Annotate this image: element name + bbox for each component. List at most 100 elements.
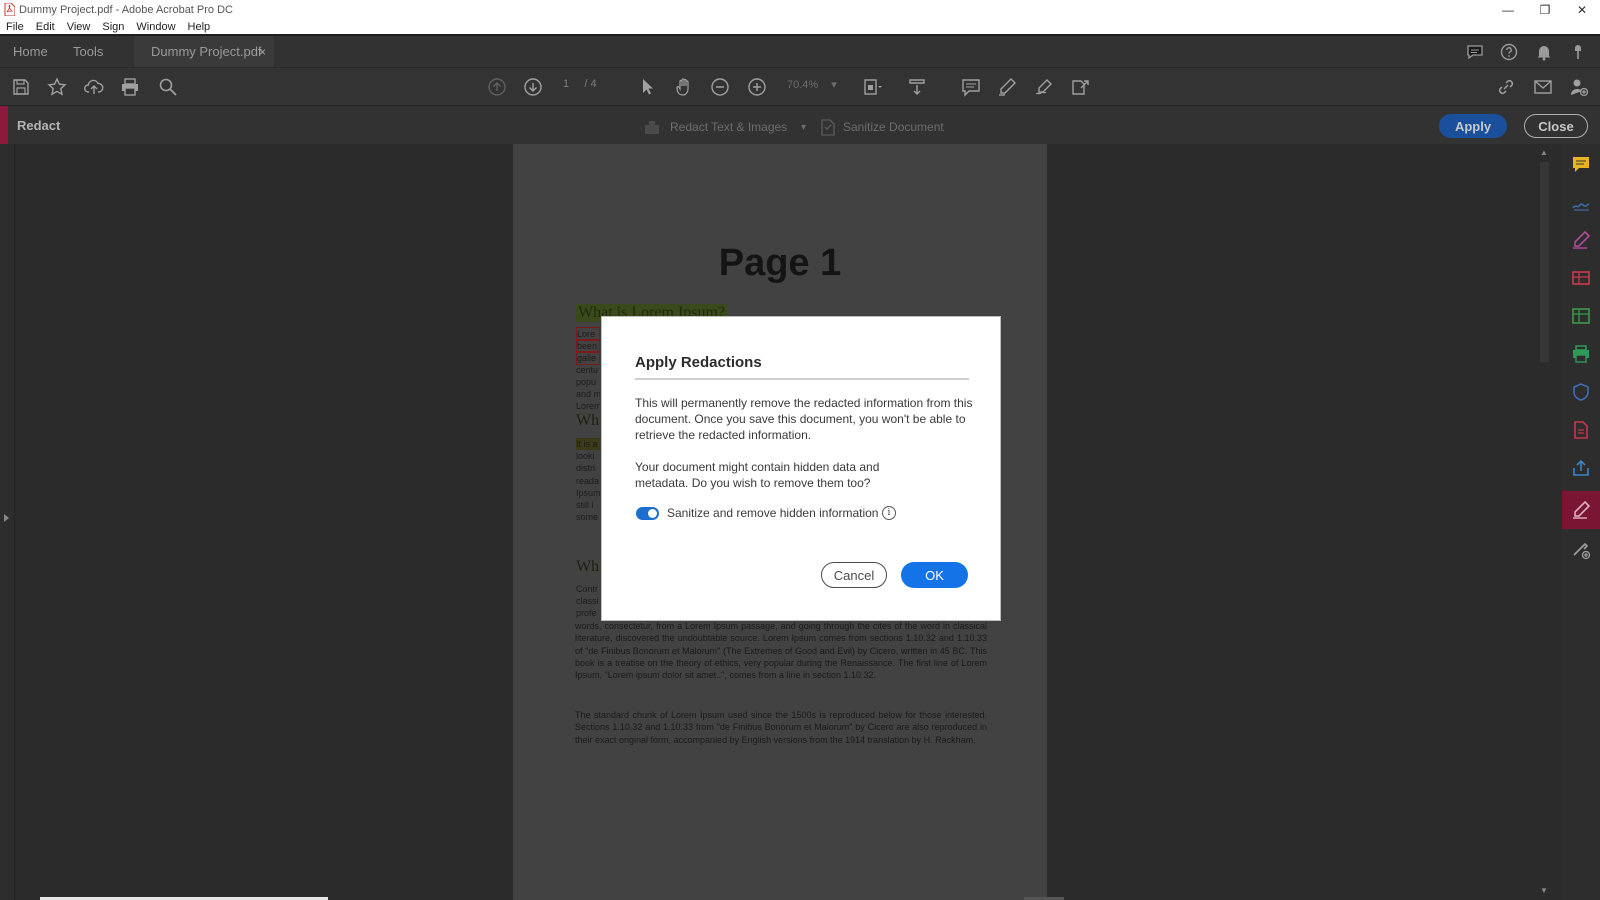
text-fragment: profe xyxy=(576,608,597,618)
save-icon[interactable] xyxy=(10,76,32,98)
sanitize-icon xyxy=(821,119,835,136)
redact-text-images-button[interactable]: Redact Text & Images ▾ xyxy=(643,118,806,136)
tab-tools[interactable]: Tools xyxy=(73,36,103,67)
left-panel-toggle[interactable] xyxy=(0,144,15,900)
text-fragment: classi xyxy=(576,596,599,606)
add-user-icon[interactable] xyxy=(1568,76,1590,98)
page-heading: Page 1 xyxy=(718,242,842,284)
body-paragraph-1: words, consectetur, from a Lorem Ipsum p… xyxy=(575,621,987,681)
page-current[interactable]: 1 xyxy=(563,78,569,90)
text-fragment: It is a xyxy=(576,438,600,451)
dialog-question-text: Your document might contain hidden data … xyxy=(635,460,880,490)
comments-icon[interactable] xyxy=(1465,42,1485,62)
redact-tool-label: Redact xyxy=(17,118,61,133)
redact-accent-bar xyxy=(0,106,8,145)
create-pdf-tool-icon[interactable] xyxy=(1571,420,1591,440)
next-page-icon[interactable] xyxy=(522,76,544,98)
tab-home[interactable]: Home xyxy=(13,36,48,67)
window-close-button[interactable]: ✕ xyxy=(1564,0,1600,19)
body-paragraph-2: The standard chunk of Lorem Ipsum used s… xyxy=(575,710,987,745)
minimize-button[interactable]: — xyxy=(1490,0,1526,19)
dialog-warning-text: This will permanently remove the redacte… xyxy=(635,396,973,442)
apply-redactions-dialog: Apply Redactions This will permanently r… xyxy=(601,316,1001,621)
highlight-pen-icon[interactable] xyxy=(996,76,1018,98)
menu-file[interactable]: File xyxy=(0,21,30,33)
previous-page-icon[interactable] xyxy=(486,76,508,98)
help-icon[interactable] xyxy=(1499,42,1519,62)
export-pdf-tool-icon[interactable] xyxy=(1571,306,1591,326)
print-production-tool-icon[interactable] xyxy=(1571,344,1591,364)
sanitize-toggle[interactable] xyxy=(636,507,659,520)
menu-help[interactable]: Help xyxy=(182,21,217,33)
zoom-value: 70.4% xyxy=(787,79,819,91)
email-icon[interactable] xyxy=(1532,76,1554,98)
print-icon[interactable] xyxy=(119,76,141,98)
tab-document-label: Dummy Project.pdf xyxy=(151,44,262,59)
tab-bar: Home Tools Dummy Project.pdf × xyxy=(0,36,1600,67)
search-icon[interactable] xyxy=(157,76,179,98)
main-toolbar: 1 / 4 70.4% ▾ xyxy=(0,67,1600,105)
ok-button[interactable]: OK xyxy=(901,562,968,588)
fill-sign-icon[interactable] xyxy=(1033,76,1055,98)
scroll-down-icon[interactable]: ▼ xyxy=(1540,886,1548,895)
share-tool-icon[interactable] xyxy=(1571,458,1591,478)
select-cursor-icon[interactable] xyxy=(636,76,658,98)
sanitize-document-label: Sanitize Document xyxy=(843,120,944,134)
text-fragment: some xyxy=(576,512,599,522)
page-display-icon[interactable] xyxy=(861,76,883,98)
menu-window[interactable]: Window xyxy=(130,21,181,33)
text-fragment: reada xyxy=(576,476,600,486)
menu-sign[interactable]: Sign xyxy=(96,21,130,33)
tab-document[interactable]: Dummy Project.pdf × xyxy=(134,36,274,67)
restore-button[interactable]: ❐ xyxy=(1527,0,1563,19)
menu-edit[interactable]: Edit xyxy=(30,21,61,33)
dialog-title: Apply Redactions xyxy=(635,354,762,371)
add-comment-icon[interactable] xyxy=(960,76,982,98)
section-heading-3: Wh xyxy=(576,558,600,575)
more-tools-icon[interactable] xyxy=(1571,540,1591,560)
scroll-up-icon[interactable]: ▲ xyxy=(1540,148,1548,157)
text-fragment: centu xyxy=(576,365,599,375)
dialog-divider xyxy=(635,378,969,380)
redact-dropdown-icon[interactable]: ▾ xyxy=(801,122,806,133)
apply-button[interactable]: Apply xyxy=(1439,114,1507,138)
sanitize-document-button[interactable]: Sanitize Document xyxy=(820,118,944,136)
page-number-display[interactable]: 1 / 4 xyxy=(563,78,597,90)
close-redact-button[interactable]: Close xyxy=(1524,114,1588,138)
sanitize-toggle-label[interactable]: Sanitize and remove hidden information xyxy=(667,506,878,520)
zoom-in-icon[interactable] xyxy=(746,76,768,98)
text-fragment: still i xyxy=(576,500,594,510)
edit-pdf-tool-icon[interactable] xyxy=(1571,230,1591,250)
text-fragment: Contr xyxy=(576,584,599,594)
share-link-icon[interactable] xyxy=(1495,76,1517,98)
info-icon[interactable]: i xyxy=(882,506,896,520)
tab-close-icon[interactable]: × xyxy=(259,45,266,59)
redact-marker-icon xyxy=(645,121,659,134)
vertical-scrollbar[interactable]: ▲ ▼ xyxy=(1537,144,1552,900)
expand-left-panel-icon[interactable] xyxy=(4,514,9,522)
zoom-level-select[interactable]: 70.4% ▾ xyxy=(787,78,837,91)
comment-tool-icon[interactable] xyxy=(1571,154,1591,174)
cancel-button[interactable]: Cancel xyxy=(821,562,887,588)
scroll-mode-icon[interactable] xyxy=(906,76,928,98)
zoom-out-icon[interactable] xyxy=(709,76,731,98)
text-fragment: popu xyxy=(576,377,597,387)
text-fragment: and m xyxy=(576,389,600,399)
section-heading-2: Wh xyxy=(576,412,600,429)
redact-toolbar: Redact Redact Text & Images ▾ Sanitize D… xyxy=(0,105,1600,145)
bookmark-star-icon[interactable] xyxy=(46,76,68,98)
hand-tool-icon[interactable] xyxy=(673,76,695,98)
text-fragment: looki xyxy=(576,451,595,461)
upload-cloud-icon[interactable] xyxy=(83,76,105,98)
redact-tool-icon[interactable] xyxy=(1571,500,1591,520)
fill-sign-tool-icon[interactable] xyxy=(1571,192,1591,212)
share-redact-icon[interactable] xyxy=(1069,76,1091,98)
scrollbar-thumb[interactable] xyxy=(1540,162,1549,362)
notifications-icon[interactable] xyxy=(1534,42,1554,62)
acrobat-app-icon xyxy=(4,3,15,16)
organize-pages-tool-icon[interactable] xyxy=(1571,268,1591,288)
menu-view[interactable]: View xyxy=(61,21,97,33)
protect-tool-icon[interactable] xyxy=(1571,382,1591,402)
account-icon[interactable] xyxy=(1568,42,1588,62)
zoom-dropdown-icon[interactable]: ▾ xyxy=(831,79,837,91)
